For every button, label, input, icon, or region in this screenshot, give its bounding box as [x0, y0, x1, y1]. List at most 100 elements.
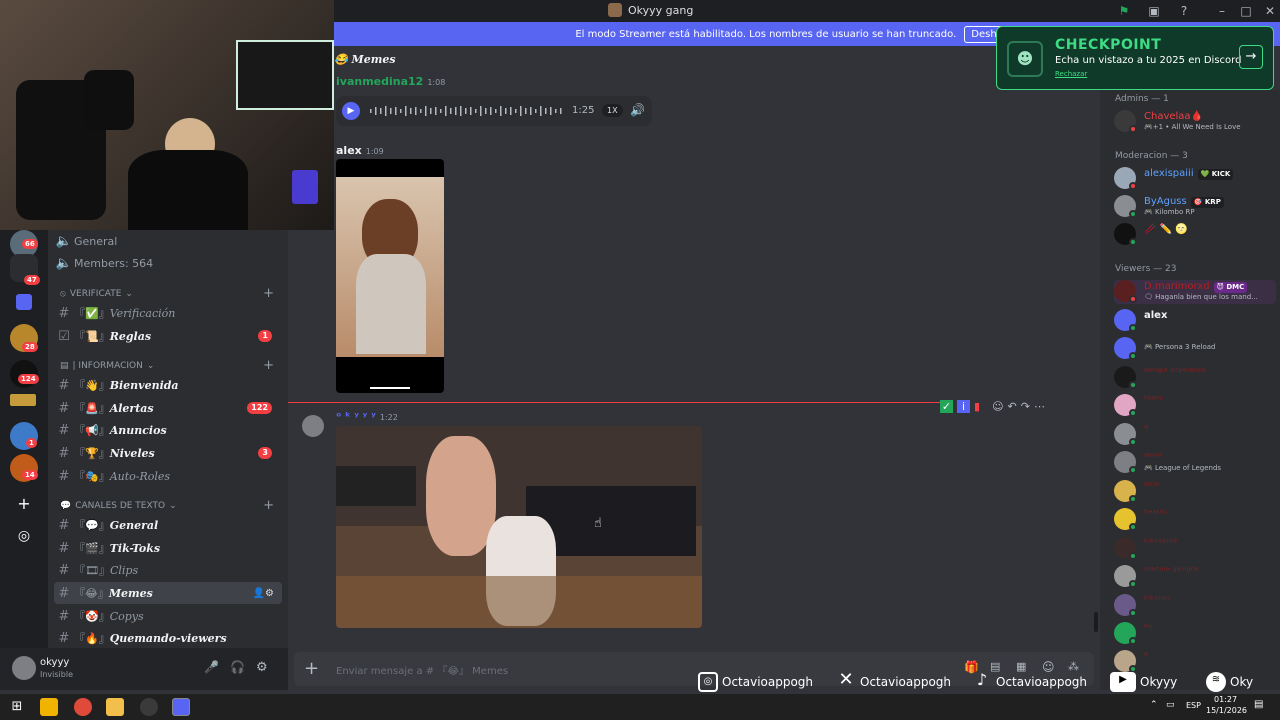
server-rail: 66 47 28 124 1 14 + ◎ — [0, 230, 48, 690]
language-indicator[interactable]: ESP — [1186, 701, 1201, 710]
settings-gear-icon[interactable]: ⚙ — [256, 660, 268, 675]
channel-auto-roles[interactable]: # 『🎭』 Auto-Roles — [54, 465, 282, 487]
message-author[interactable]: ᵒ ᵏ ʸ ʸ ʸ 1:22 — [336, 410, 398, 423]
member-item[interactable]: ᵈᵃᵛⁱᵍⁱᵃ ᵉˢᵖᵉʳᵃⁿᶻᵃ — [1114, 366, 1276, 390]
member-item[interactable]: ᵐᵃʳᵗⁱⁿᵃ ᵍᵃᵛⁱᵍʳⁱᵃ — [1114, 565, 1276, 589]
clock-date[interactable]: 15/1/2026 — [1206, 706, 1247, 715]
audio-player: ▶ 1:25 1X 🔊 — [336, 96, 652, 126]
cup — [292, 170, 318, 204]
dismiss-link[interactable]: Rechazar — [1055, 70, 1087, 78]
help-icon[interactable]: ? — [1176, 3, 1192, 19]
notifications-icon[interactable]: ▤ — [1254, 699, 1263, 710]
member-item[interactable]: ᵏⁱᵏᵒˢᵉⁿᵗᵉ — [1114, 537, 1276, 561]
category-canales-de-texto[interactable]: 💬 CANALES DE TEXTO ⌄ — [60, 501, 177, 511]
video-progress-bar — [370, 387, 410, 389]
discover-icon[interactable]: ◎ — [10, 522, 38, 550]
channel-general[interactable]: # 『💬』 General — [54, 514, 282, 536]
headphones-icon[interactable]: 🎧 — [230, 660, 245, 674]
channel-reglas[interactable]: ☑ 『📜』 Reglas 1 — [54, 325, 282, 347]
info-reaction-icon[interactable]: i — [957, 400, 970, 413]
member-item[interactable]: ᵉᵘ — [1114, 622, 1276, 646]
volume-icon[interactable]: 🔊 — [630, 103, 645, 117]
network-icon[interactable]: ▭ — [1166, 700, 1175, 710]
person-silhouette — [128, 150, 248, 230]
add-server-icon[interactable]: + — [10, 490, 38, 518]
discord-icon[interactable] — [172, 698, 190, 716]
channel-verificacion[interactable]: # 『✅』 Verificación — [54, 302, 282, 324]
member-item[interactable]: ᵗᵉᵃᵐⁱ — [1114, 394, 1276, 418]
member-item[interactable]: alexispaiii 💚 KICK — [1114, 167, 1276, 191]
channel-memes[interactable]: # 『😂』 Memes 👤⚙ — [54, 582, 282, 604]
windows-start-icon[interactable]: ⊞ — [8, 698, 26, 716]
chat-messages: ivanmedina12 1:08 ▶ 1:25 1X 🔊 alex 1:09 ᵒ … — [288, 72, 1100, 640]
chevron-up-icon[interactable]: ⌃ — [1150, 700, 1158, 710]
member-item[interactable]: ᵏⁱᵏᵒⁿᵉˢ — [1114, 594, 1276, 618]
more-icon[interactable]: ⋯ — [1034, 400, 1045, 413]
file-explorer-icon[interactable] — [106, 698, 124, 716]
member-item[interactable]: ᵇᵉᵃᵗʳⁱᶻ — [1114, 508, 1276, 532]
play-icon[interactable]: ▶ — [342, 102, 360, 120]
page-icon: ▤ — [60, 361, 69, 371]
add-channel-icon[interactable]: + — [263, 498, 274, 513]
add-channel-icon[interactable]: + — [263, 358, 274, 373]
category-informacion[interactable]: ▤ | INFORMACION ⌄ — [60, 361, 154, 371]
message-author[interactable]: alex 1:09 — [336, 144, 384, 157]
channel-copys[interactable]: # 『🤡』 Copys — [54, 605, 282, 627]
person-silhouette — [426, 436, 496, 556]
video-attachment[interactable] — [336, 426, 702, 628]
voice-channel-general[interactable]: 🔈 General — [54, 230, 282, 252]
add-channel-icon[interactable]: + — [263, 286, 274, 301]
channel-alertas[interactable]: # 『🚨』 Alertas 122 — [54, 397, 282, 419]
member-item[interactable]: alex — [1114, 309, 1276, 333]
minimize-icon[interactable]: – — [1214, 3, 1230, 19]
add-attachment-icon[interactable]: + — [304, 658, 319, 679]
obs-icon[interactable] — [140, 698, 158, 716]
voice-channel-members[interactable]: 🔈 Members: 564 — [54, 252, 282, 274]
member-item[interactable]: Chavelaa🩸 🎮+1 • All We Need Is Love — [1114, 110, 1276, 134]
unread-badge: 28 — [22, 342, 38, 352]
gaming-chair — [84, 70, 134, 130]
invite-and-settings-icon[interactable]: 👤⚙ — [253, 588, 274, 599]
member-item[interactable]: D.marimorxd 😈 DMC 🗨 Haganla bien que los m… — [1114, 280, 1276, 304]
microphone-icon[interactable]: 🎤 — [204, 660, 219, 674]
member-item[interactable]: ByAguss 🎯 KRP 🎮 Kilombo RP — [1114, 195, 1276, 219]
playback-speed-button[interactable]: 1X — [602, 104, 623, 117]
scrollbar[interactable] — [1094, 612, 1098, 632]
neon-sign — [336, 466, 416, 506]
channel-tik-toks[interactable]: # 『🎬』 Tik-Toks — [54, 537, 282, 559]
chrome-icon[interactable] — [74, 698, 92, 716]
forward-icon[interactable]: ↷ — [1021, 400, 1030, 413]
avatar[interactable] — [302, 415, 324, 437]
flag-icon[interactable]: ⚑ — [1116, 3, 1132, 19]
member-item[interactable]: 🥢 ✏️ 🌝 — [1114, 223, 1276, 247]
checkpoint-banner[interactable]: ☻ CHECKPOINT Echa un vistazo a tu 2025 e… — [996, 26, 1274, 90]
channel-clips[interactable]: # 『🎞』 Clips — [54, 559, 282, 581]
check-reaction-icon[interactable]: ✓ — [940, 400, 953, 413]
clock-time[interactable]: 01:27 — [1214, 695, 1237, 704]
folder-icon[interactable] — [16, 294, 32, 310]
category-verificate[interactable]: ⦸ VERIFICATE ⌄ — [60, 289, 133, 299]
channel-niveles[interactable]: # 『🏆』 Niveles 3 — [54, 442, 282, 464]
video-attachment[interactable] — [336, 159, 444, 393]
server-icon[interactable] — [10, 394, 36, 406]
message-author[interactable]: ivanmedina12 1:08 — [336, 75, 445, 88]
member-item[interactable]: 🎮 Persona 3 Reload — [1114, 337, 1276, 361]
arrow-right-icon[interactable]: → — [1239, 45, 1263, 69]
reply-icon[interactable]: ↶ — [1008, 400, 1017, 413]
close-icon[interactable]: ✕ — [1262, 3, 1278, 19]
media-player-icon[interactable] — [40, 698, 58, 716]
member-item[interactable]: ᵃ — [1114, 650, 1276, 674]
member-item[interactable]: ᵈ — [1114, 423, 1276, 447]
maximize-icon[interactable]: □ — [1238, 3, 1254, 19]
member-item[interactable]: ᵈᵃᵛⁱᵈ 🎮 League of Legends — [1114, 451, 1276, 475]
add-reaction-icon[interactable]: ☺ — [992, 400, 1003, 413]
avatar[interactable] — [12, 656, 36, 680]
channel-bienvenida[interactable]: # 『👋』 Bienvenida — [54, 374, 282, 396]
social-spotify: ≋ Oky — [1206, 672, 1253, 692]
channel-anuncios[interactable]: # 『📢』 Anuncios — [54, 419, 282, 441]
flag-reaction-icon[interactable]: ▮ — [974, 400, 980, 413]
member-item[interactable]: ˡᵘᶜⁱᵃ — [1114, 480, 1276, 504]
channel-quemando-viewers[interactable]: # 『🔥』 Quemando-viewers — [54, 627, 282, 649]
waveform-icon[interactable] — [370, 105, 566, 117]
inbox-icon[interactable]: ▣ — [1146, 3, 1162, 19]
